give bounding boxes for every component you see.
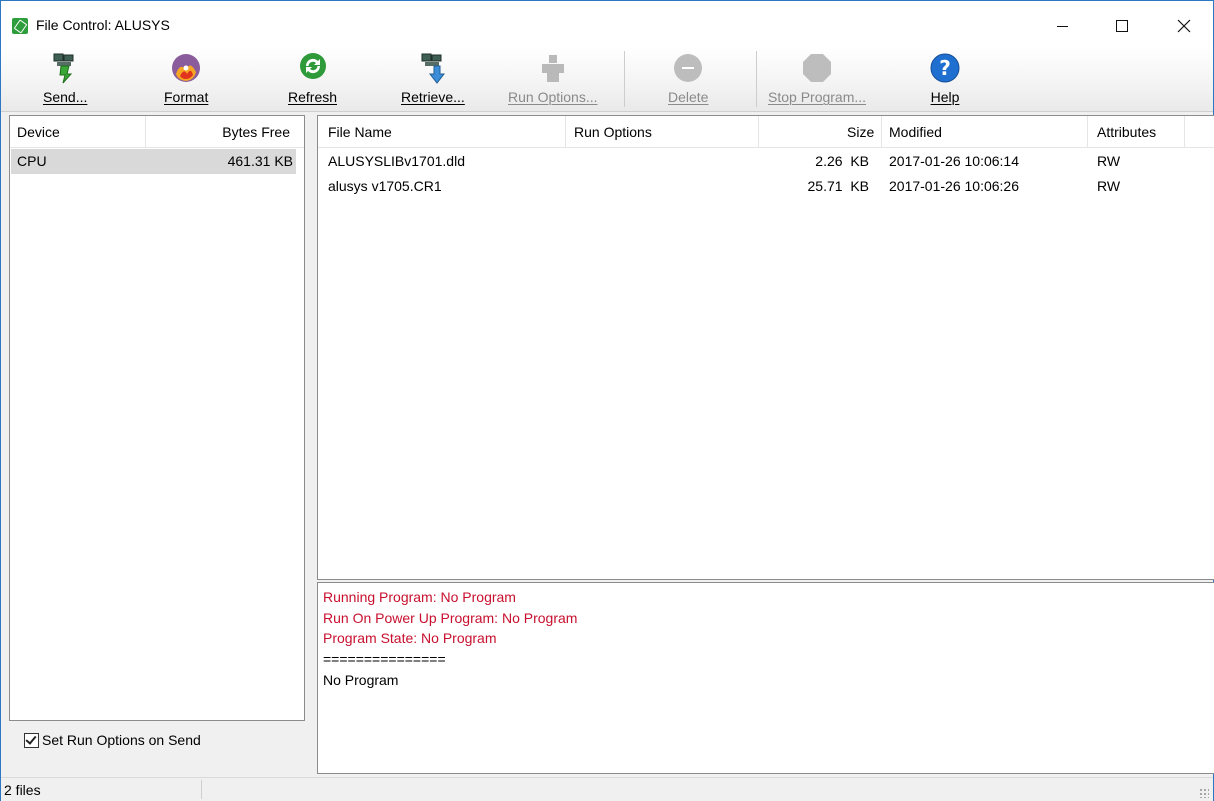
title-bar: File Control: ALUSYS <box>1 1 1213 47</box>
delete-icon <box>672 52 704 84</box>
status-separator <box>201 780 202 799</box>
format-label: Format <box>164 89 209 105</box>
device-name: CPU <box>17 153 47 169</box>
device-list-header: Device Bytes Free <box>10 116 304 148</box>
column-header-bytes-free[interactable]: Bytes Free <box>222 124 290 140</box>
file-row[interactable]: ALUSYSLIBv1701.dld 2.26 KB 2017-01-26 10… <box>318 149 1214 174</box>
app-pencil-icon <box>12 18 28 34</box>
file-modified: 2017-01-26 10:06:26 <box>889 178 1019 194</box>
running-program-text: Running Program: No Program <box>323 589 516 605</box>
toolbar-separator <box>624 51 625 107</box>
maximize-button[interactable] <box>1099 11 1145 41</box>
column-header-run-options[interactable]: Run Options <box>574 124 652 140</box>
column-divider[interactable] <box>145 116 146 147</box>
file-attributes: RW <box>1097 178 1121 194</box>
delete-label: Delete <box>668 89 709 105</box>
column-divider[interactable] <box>1087 116 1088 147</box>
column-divider[interactable] <box>1184 116 1185 147</box>
refresh-button[interactable]: Refresh <box>288 49 337 109</box>
window-title: File Control: ALUSYS <box>36 17 170 33</box>
status-file-count: 2 files <box>4 782 41 798</box>
resize-grip-icon[interactable] <box>1199 788 1209 798</box>
help-icon: ? <box>929 52 961 84</box>
set-run-options-label[interactable]: Set Run Options on Send <box>42 732 201 748</box>
send-icon <box>49 52 81 84</box>
device-list[interactable]: Device Bytes Free CPU 461.31 KB <box>9 115 305 721</box>
toolbar-separator <box>756 51 757 107</box>
file-control-window: File Control: ALUSYS Send... Format Refr… <box>0 0 1214 801</box>
send-button[interactable]: Send... <box>43 49 87 109</box>
program-text: No Program <box>323 672 399 688</box>
file-row[interactable]: alusys v1705.CR1 25.71 KB 2017-01-26 10:… <box>318 174 1214 199</box>
program-state-text: Program State: No Program <box>323 630 497 646</box>
column-header-file-name[interactable]: File Name <box>328 124 392 140</box>
delete-button[interactable]: Delete <box>668 49 708 109</box>
file-size: 2.26 KB <box>815 153 869 169</box>
close-icon <box>1177 19 1191 33</box>
run-on-power-up-text: Run On Power Up Program: No Program <box>323 610 578 626</box>
stop-icon <box>801 52 833 84</box>
run-options-label: Run Options... <box>508 89 598 105</box>
toolbar: Send... Format Refresh Retrieve... Run O… <box>1 47 1213 112</box>
retrieve-icon <box>417 52 449 84</box>
column-header-modified[interactable]: Modified <box>889 124 942 140</box>
column-header-size[interactable]: Size <box>847 124 874 140</box>
column-header-device[interactable]: Device <box>17 124 60 140</box>
help-label: Help <box>930 89 960 105</box>
status-bar: 2 files <box>1 777 1213 801</box>
retrieve-button[interactable]: Retrieve... <box>401 49 465 109</box>
close-button[interactable] <box>1161 11 1207 41</box>
stop-program-button[interactable]: Stop Program... <box>768 49 866 109</box>
maximize-icon <box>1116 20 1128 32</box>
run-options-button[interactable]: Run Options... <box>508 49 598 109</box>
column-divider[interactable] <box>565 116 566 147</box>
file-name: alusys v1705.CR1 <box>328 178 442 194</box>
file-list-header: File Name Run Options Size Modified Attr… <box>318 116 1214 148</box>
format-disc-icon <box>170 52 202 84</box>
stop-program-label: Stop Program... <box>768 89 867 105</box>
file-size: 25.71 KB <box>807 178 870 194</box>
send-label: Send... <box>43 89 88 105</box>
device-row-cpu[interactable]: CPU 461.31 KB <box>11 149 296 174</box>
program-status-output[interactable]: Running Program: No Program Run On Power… <box>317 582 1214 774</box>
format-button[interactable]: Format <box>164 49 208 109</box>
minimize-button[interactable] <box>1039 11 1085 41</box>
set-run-options-checkbox[interactable] <box>24 733 39 748</box>
device-bytes-free: 461.31 KB <box>227 153 293 169</box>
retrieve-label: Retrieve... <box>401 89 465 105</box>
refresh-icon <box>297 52 329 84</box>
run-options-gear-icon <box>537 52 569 84</box>
help-button[interactable]: ? Help <box>929 49 961 109</box>
refresh-label: Refresh <box>288 89 338 105</box>
output-divider-text: =============== <box>323 651 446 667</box>
file-modified: 2017-01-26 10:06:14 <box>889 153 1019 169</box>
file-name: ALUSYSLIBv1701.dld <box>328 153 465 169</box>
file-list[interactable]: File Name Run Options Size Modified Attr… <box>317 115 1214 580</box>
run-options-checkbox-area: Set Run Options on Send <box>9 721 303 771</box>
column-divider[interactable] <box>758 116 759 147</box>
file-attributes: RW <box>1097 153 1121 169</box>
column-divider[interactable] <box>881 116 882 147</box>
svg-text:?: ? <box>939 56 951 80</box>
minimize-icon <box>1056 25 1068 27</box>
column-header-attributes[interactable]: Attributes <box>1097 124 1156 140</box>
